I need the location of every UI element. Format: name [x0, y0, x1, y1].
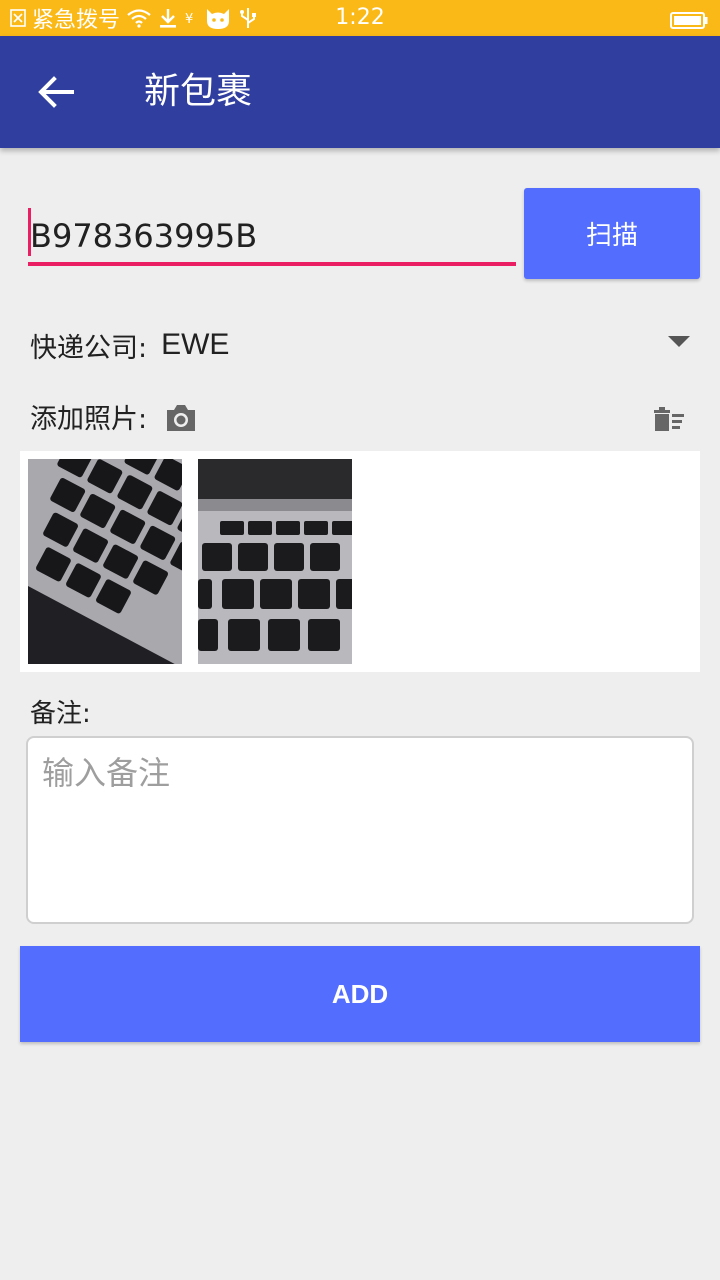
remark-label: 备注:: [30, 699, 91, 729]
remark-placeholder: 输入备注: [42, 754, 171, 792]
courier-value: EWE: [161, 328, 230, 361]
camera-icon[interactable]: [164, 402, 198, 434]
photo-strip: [20, 451, 700, 672]
page-title: 新包裹: [144, 71, 253, 112]
add-button[interactable]: ADD: [20, 946, 700, 1042]
app-bar: 新包裹: [0, 36, 720, 148]
keyboard-photo-1[interactable]: [28, 459, 182, 664]
battery-icon: [670, 10, 708, 29]
add-photo-label: 添加照片:: [30, 404, 148, 435]
courier-spinner[interactable]: 快递公司: EWE: [30, 318, 700, 372]
scan-button[interactable]: 扫描: [524, 188, 700, 279]
tracking-number-value: B978363995B: [30, 217, 258, 255]
delete-sweep-icon[interactable]: [652, 404, 686, 434]
status-time: 1:22: [335, 5, 385, 30]
status-bar: 紧急拨号 ¥ 1:22: [0, 0, 720, 36]
arrow-back-icon[interactable]: [36, 74, 76, 110]
keyboard-photo-2[interactable]: [198, 459, 352, 664]
remark-textarea[interactable]: 输入备注: [26, 736, 694, 924]
courier-label: 快递公司:: [30, 332, 148, 364]
dropdown-arrow-icon: [668, 336, 690, 347]
tracking-number-input[interactable]: B978363995B: [28, 208, 516, 266]
